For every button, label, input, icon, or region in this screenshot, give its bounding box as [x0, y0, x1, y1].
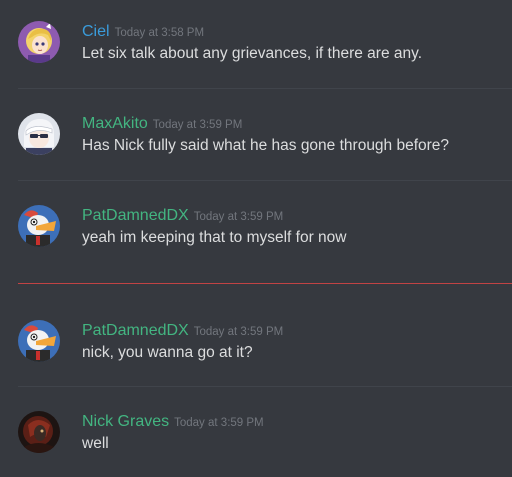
- cartoon-duck-icon: [18, 320, 60, 362]
- message-header: Nick Graves Today at 3:59 PM: [82, 413, 264, 431]
- username[interactable]: MaxAkito: [82, 115, 148, 132]
- message-header: PatDamnedDX Today at 3:59 PM: [82, 207, 283, 225]
- message-divider: [18, 386, 512, 387]
- timestamp: Today at 3:59 PM: [193, 326, 284, 338]
- message-header: MaxAkito Today at 3:59 PM: [82, 115, 242, 133]
- dark-red-figure-icon: [18, 411, 60, 453]
- message-header: PatDamnedDX Today at 3:59 PM: [82, 322, 283, 340]
- avatar[interactable]: [18, 205, 60, 247]
- avatar[interactable]: [18, 320, 60, 362]
- username[interactable]: Nick Graves: [82, 413, 169, 430]
- avatar[interactable]: [18, 21, 60, 63]
- message-item: PatDamnedDX Today at 3:59 PM yeah im keep…: [0, 201, 512, 261]
- chat-message-list: Ciel Today at 3:58 PM Let six talk about …: [0, 0, 512, 477]
- username[interactable]: Ciel: [82, 23, 110, 40]
- message-content: well: [82, 435, 109, 452]
- avatar[interactable]: [18, 113, 60, 155]
- message-content: Let six talk about any grievances, if th…: [82, 45, 423, 62]
- message-content: nick, you wanna go at it?: [82, 344, 253, 361]
- new-messages-divider: [18, 283, 512, 284]
- message-item: Nick Graves Today at 3:59 PM well: [0, 407, 512, 467]
- message-content: Has Nick fully said what he has gone thr…: [82, 137, 450, 154]
- timestamp: Today at 3:59 PM: [174, 417, 264, 429]
- message-header: Ciel Today at 3:58 PM: [82, 23, 204, 41]
- message-item: PatDamnedDX Today at 3:59 PM nick, you wa…: [0, 316, 512, 376]
- message-divider: [18, 180, 512, 181]
- timestamp: Today at 3:59 PM: [152, 119, 243, 131]
- timestamp: Today at 3:58 PM: [114, 27, 205, 39]
- cartoon-duck-icon: [18, 205, 60, 247]
- message-item: MaxAkito Today at 3:59 PM Has Nick fully …: [0, 109, 512, 169]
- anime-blonde-girl-icon: [18, 21, 60, 63]
- message-divider: [18, 88, 512, 89]
- username[interactable]: PatDamnedDX: [82, 207, 189, 224]
- avatar[interactable]: [18, 411, 60, 453]
- message-content: yeah im keeping that to myself for now: [82, 229, 347, 246]
- white-hair-sunglasses-icon: [18, 113, 60, 155]
- timestamp: Today at 3:59 PM: [193, 211, 284, 223]
- message-item: Ciel Today at 3:58 PM Let six talk about …: [0, 17, 512, 77]
- username[interactable]: PatDamnedDX: [82, 322, 189, 339]
